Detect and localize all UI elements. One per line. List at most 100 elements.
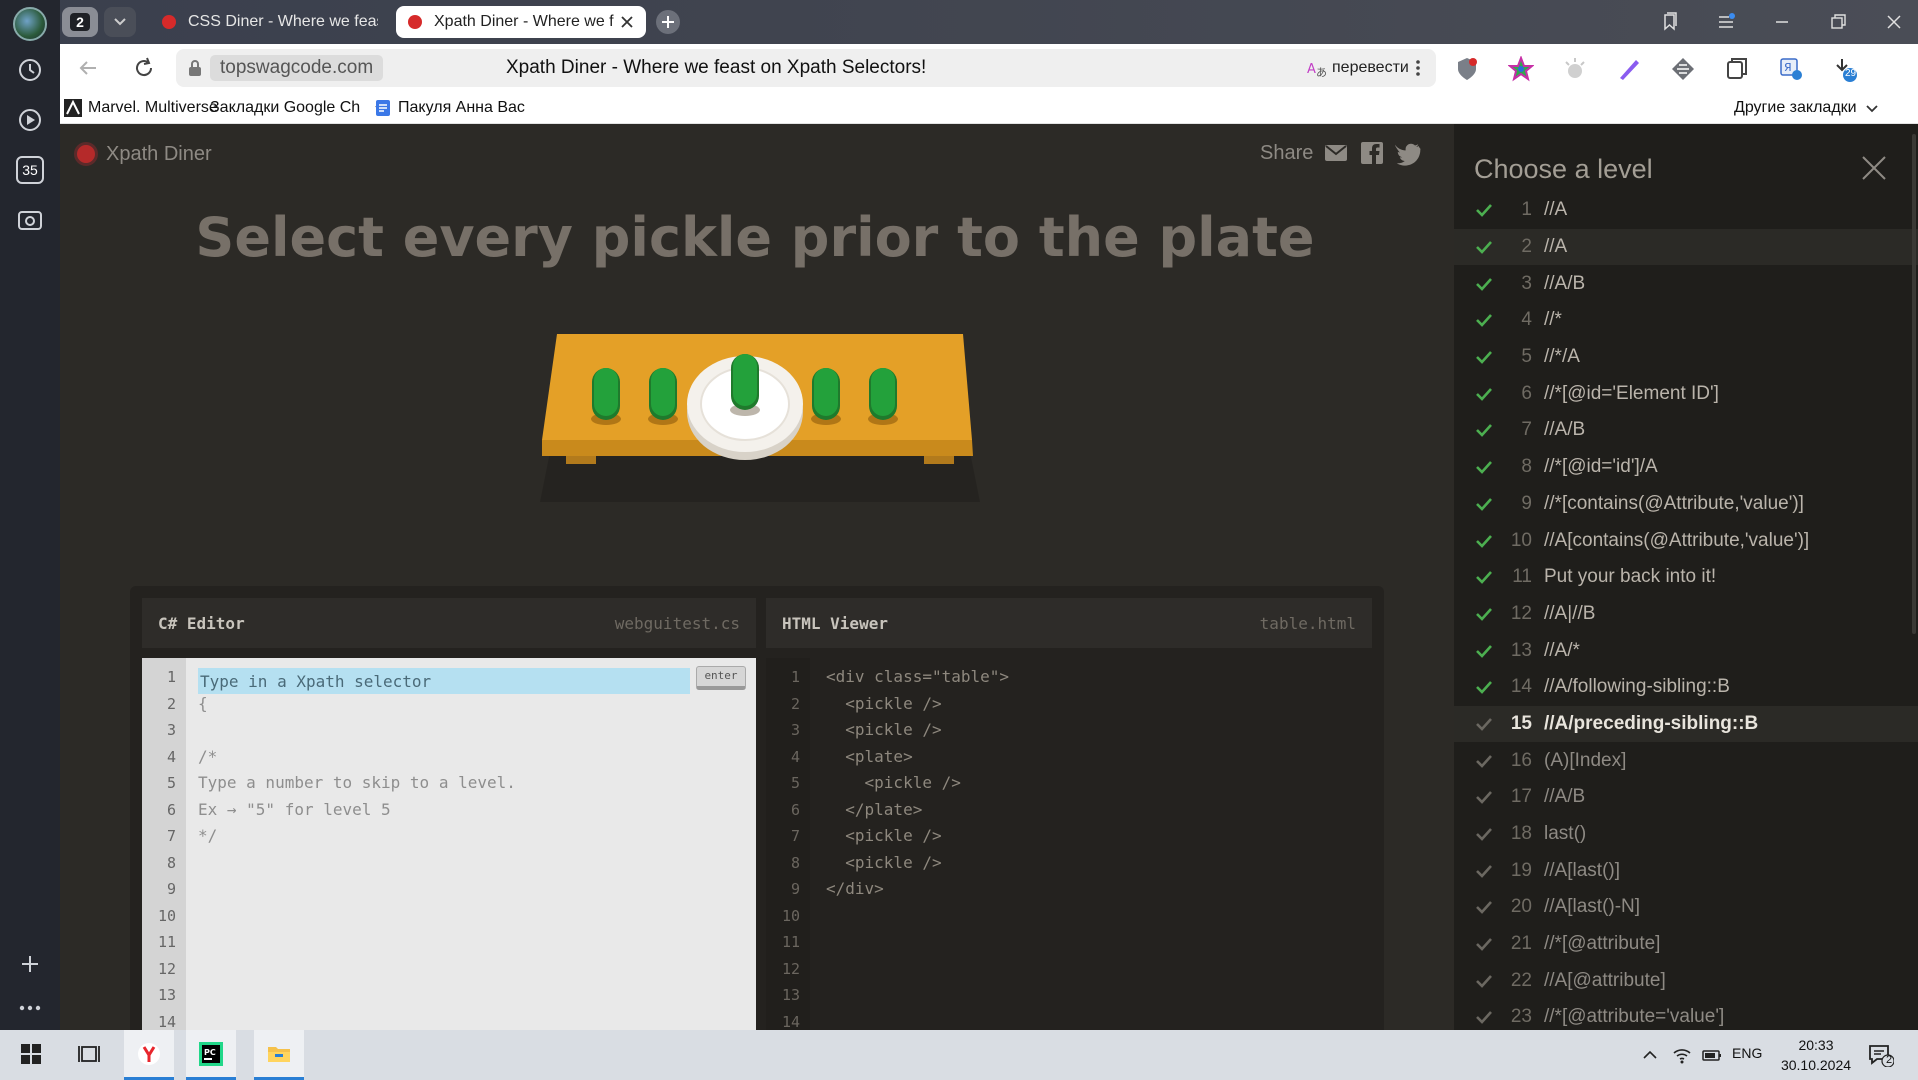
add-panel-icon[interactable] xyxy=(16,950,44,978)
pycharm-taskbar-button[interactable]: PC xyxy=(186,1030,236,1080)
level-item[interactable]: 5 //*/A xyxy=(1454,339,1918,376)
level-item[interactable]: 22 //A[@attribute] xyxy=(1454,962,1918,999)
bookmark-marvel[interactable]: Marvel. Multiverse xyxy=(64,99,218,117)
tab-list-dropdown-button[interactable] xyxy=(104,7,136,37)
bookmarks-panel-icon[interactable] xyxy=(1660,12,1680,32)
level-item[interactable]: 2 //A xyxy=(1454,228,1918,266)
calendar-badge[interactable]: 35 xyxy=(16,156,44,184)
level-item[interactable]: 3 //A/B xyxy=(1454,265,1918,302)
twitter-icon[interactable] xyxy=(1395,140,1421,166)
adblock-shield-icon[interactable] xyxy=(1454,56,1480,82)
level-number: 15 xyxy=(1510,712,1532,734)
start-button[interactable] xyxy=(6,1030,56,1080)
lock-icon[interactable] xyxy=(188,60,202,76)
wifi-icon[interactable] xyxy=(1672,1045,1692,1065)
battery-icon[interactable] xyxy=(1702,1045,1722,1065)
file-explorer-taskbar-button[interactable] xyxy=(254,1030,304,1080)
colorful-star-extension-icon[interactable] xyxy=(1508,56,1534,82)
level-item[interactable]: 4 //* xyxy=(1454,302,1918,339)
level-item[interactable]: 9 //*[contains(@Attribute,'value')] xyxy=(1454,486,1918,523)
level-item[interactable]: 23 //*[@attribute='value'] xyxy=(1454,999,1918,1030)
level-item[interactable]: 15 //A/preceding-sibling::B xyxy=(1454,705,1918,743)
menu-icon[interactable] xyxy=(1716,12,1736,32)
kebab-menu-icon[interactable] xyxy=(1408,58,1428,78)
level-item[interactable]: 14 //A/following-sibling::B xyxy=(1454,669,1918,706)
vpn-extension-icon[interactable] xyxy=(1670,56,1696,82)
minimize-icon[interactable] xyxy=(1772,12,1792,32)
domain-chip[interactable]: topswagcode.com xyxy=(210,55,384,81)
checkmark-icon xyxy=(1476,571,1492,585)
bookmark-google-doc[interactable]: Пакуля Анна Вас xyxy=(374,99,562,117)
translate-extension-icon[interactable]: Я xyxy=(1778,56,1804,82)
html-viewer-header: HTML Viewer table.html xyxy=(766,598,1372,648)
level-panel-title: Choose a level xyxy=(1474,154,1653,184)
level-item[interactable]: 18 last() xyxy=(1454,816,1918,853)
reload-icon[interactable] xyxy=(132,56,156,80)
checkmark-icon xyxy=(1476,351,1492,364)
panel-scrollbar[interactable] xyxy=(1912,134,1916,634)
profile-avatar[interactable] xyxy=(13,7,47,41)
yandex-browser-taskbar-button[interactable] xyxy=(124,1030,174,1080)
level-item[interactable]: 10 //A[contains(@Attribute,'value')] xyxy=(1454,522,1918,559)
history-icon[interactable] xyxy=(16,56,44,84)
chevron-up-icon[interactable] xyxy=(1640,1045,1660,1065)
level-item[interactable]: 1 //A xyxy=(1454,192,1918,229)
level-item[interactable]: 6 //*[@id='Element ID'] xyxy=(1454,375,1918,412)
xpath-selector-input[interactable] xyxy=(198,668,690,694)
restore-icon[interactable] xyxy=(1828,12,1848,32)
tab-css-diner[interactable]: CSS Diner - Where we feast xyxy=(150,6,390,38)
level-number: 12 xyxy=(1510,602,1532,624)
level-item[interactable]: 8 //*[@id='id']/A xyxy=(1454,449,1918,486)
video-play-icon[interactable] xyxy=(16,106,44,134)
level-item[interactable]: 13 //A/* xyxy=(1454,632,1918,669)
level-item[interactable]: 19 //A[last()] xyxy=(1454,852,1918,889)
input-language[interactable]: ENG xyxy=(1732,1045,1762,1061)
email-icon[interactable] xyxy=(1323,140,1349,166)
svg-text:Я: Я xyxy=(1784,61,1792,74)
address-bar[interactable]: topswagcode.com Xpath Diner - Where we f… xyxy=(176,49,1350,87)
close-tab-icon[interactable] xyxy=(620,15,634,29)
level-item[interactable]: 7 //A/B xyxy=(1454,412,1918,449)
line-number: 4 xyxy=(790,747,800,766)
bookmark-google-folder[interactable]: Закладки Google Ch xyxy=(210,99,396,117)
pen-extension-icon[interactable] xyxy=(1616,56,1642,82)
task-view-button[interactable] xyxy=(64,1030,114,1080)
tab-xpath-diner[interactable]: Xpath Diner - Where we feast xyxy=(396,6,646,38)
level-number: 10 xyxy=(1510,529,1532,551)
pickle-3 xyxy=(811,368,841,425)
line-number: 9 xyxy=(790,880,800,898)
app-logo[interactable]: Xpath Diner xyxy=(74,142,212,166)
more-icon[interactable] xyxy=(16,994,44,1022)
code-line: Ex → "5" for level 5 xyxy=(198,799,391,819)
close-icon[interactable] xyxy=(1860,154,1888,182)
level-item[interactable]: 21 //*[@attribute] xyxy=(1454,926,1918,963)
level-name: //A[last()-N] xyxy=(1544,896,1641,918)
collections-icon[interactable] xyxy=(1724,56,1750,82)
downloads-button[interactable]: 29 xyxy=(1832,56,1858,82)
facebook-icon[interactable] xyxy=(1359,140,1385,166)
yandex-browser-icon xyxy=(138,1043,160,1065)
tab-counter-button[interactable]: 2 xyxy=(62,7,98,37)
translate-button[interactable]: Aあ перевести xyxy=(1296,49,1436,87)
notifications-button[interactable]: 2 xyxy=(1868,1043,1894,1067)
code-line: { xyxy=(198,693,208,713)
other-bookmarks[interactable]: Другие закладки xyxy=(1734,99,1887,117)
screenshot-icon[interactable] xyxy=(16,206,44,234)
back-arrow-icon[interactable] xyxy=(76,56,100,80)
level-item[interactable]: 12 //A|//B xyxy=(1454,596,1918,633)
marvel-favicon-icon xyxy=(64,99,82,117)
level-name: //*[@attribute='value'] xyxy=(1544,1006,1725,1028)
line-number: 14 xyxy=(157,1012,176,1031)
close-window-icon[interactable] xyxy=(1884,12,1904,32)
level-item[interactable]: 16 (A)[Index] xyxy=(1454,742,1918,779)
level-item[interactable]: 11 Put your back into it! xyxy=(1454,559,1918,596)
new-tab-button[interactable] xyxy=(656,10,680,34)
line-number: 8 xyxy=(166,853,176,872)
level-item[interactable]: 20 //A[last()-N] xyxy=(1454,889,1918,926)
level-item[interactable]: 17 //A/B xyxy=(1454,779,1918,816)
system-clock[interactable]: 20:33 30.10.2024 xyxy=(1768,1035,1864,1075)
sun-extension-icon[interactable] xyxy=(1562,56,1588,82)
enter-button[interactable]: enter xyxy=(696,666,746,690)
